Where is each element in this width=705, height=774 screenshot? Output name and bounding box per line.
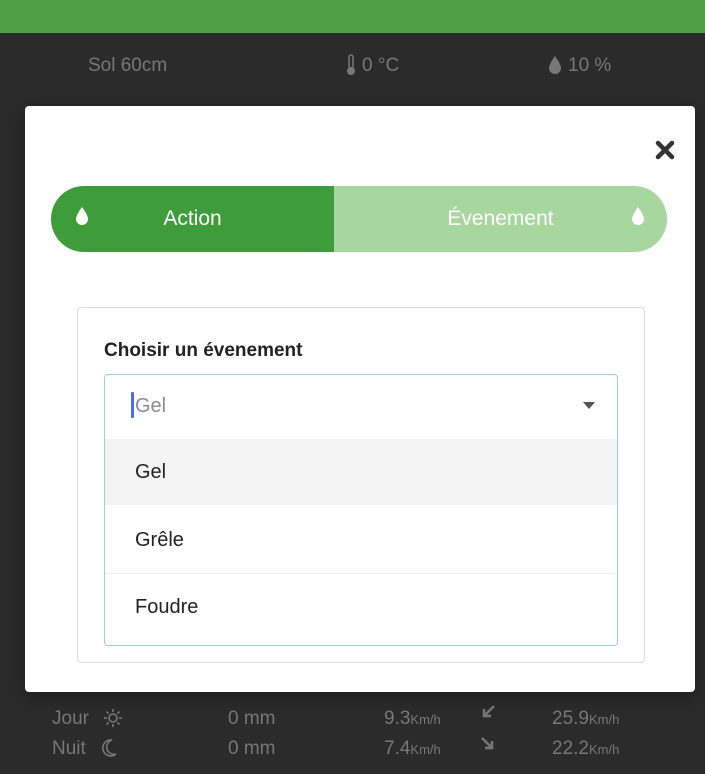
row-label: Nuit bbox=[52, 738, 86, 759]
drop-icon bbox=[75, 206, 89, 232]
sensor-label: Sol 60cm bbox=[88, 55, 168, 76]
event-form-card: Choisir un évenement Gel Gel Grêle Foudr… bbox=[77, 307, 645, 663]
sun-icon bbox=[104, 709, 122, 732]
moon-icon bbox=[100, 738, 118, 764]
event-select-value: Gel bbox=[135, 395, 167, 417]
event-select-label: Choisir un évenement bbox=[104, 340, 303, 361]
gust-value: 22.2Km/h bbox=[552, 738, 620, 759]
humidity-value: 10 % bbox=[568, 55, 612, 76]
chevron-down-icon[interactable] bbox=[583, 402, 595, 409]
rain-value: 0 mm bbox=[228, 708, 276, 729]
close-button[interactable] bbox=[649, 134, 681, 166]
close-icon bbox=[655, 140, 675, 160]
option-grele[interactable]: Grêle bbox=[105, 507, 617, 573]
tab-event-label: Évenement bbox=[447, 207, 554, 230]
tab-event[interactable]: Évenement bbox=[334, 186, 667, 252]
row-label: Jour bbox=[52, 708, 89, 729]
gust-value: 25.9Km/h bbox=[552, 708, 620, 729]
tab-action-label: Action bbox=[163, 207, 222, 230]
tab-action[interactable]: Action bbox=[51, 186, 334, 252]
drop-icon bbox=[548, 55, 562, 81]
option-gel[interactable]: Gel bbox=[105, 439, 617, 505]
option-foudre[interactable]: Foudre bbox=[105, 573, 617, 640]
wind-direction-icon bbox=[480, 736, 496, 758]
event-modal: Action Évenement Choisir un évenement Ge… bbox=[25, 106, 695, 692]
top-bar bbox=[0, 0, 705, 33]
wind-value: 9.3Km/h bbox=[384, 708, 441, 729]
thermometer-icon bbox=[345, 54, 357, 82]
wind-direction-icon bbox=[480, 704, 496, 726]
event-select-input[interactable]: Gel bbox=[105, 375, 617, 439]
wind-value: 7.4Km/h bbox=[384, 738, 441, 759]
rain-value: 0 mm bbox=[228, 738, 276, 759]
event-select[interactable]: Gel Gel Grêle Foudre bbox=[104, 374, 618, 646]
drop-icon bbox=[631, 206, 645, 232]
text-cursor bbox=[131, 392, 134, 418]
temperature-value: 0 °C bbox=[362, 55, 400, 76]
action-event-toggle: Action Évenement bbox=[51, 186, 667, 252]
